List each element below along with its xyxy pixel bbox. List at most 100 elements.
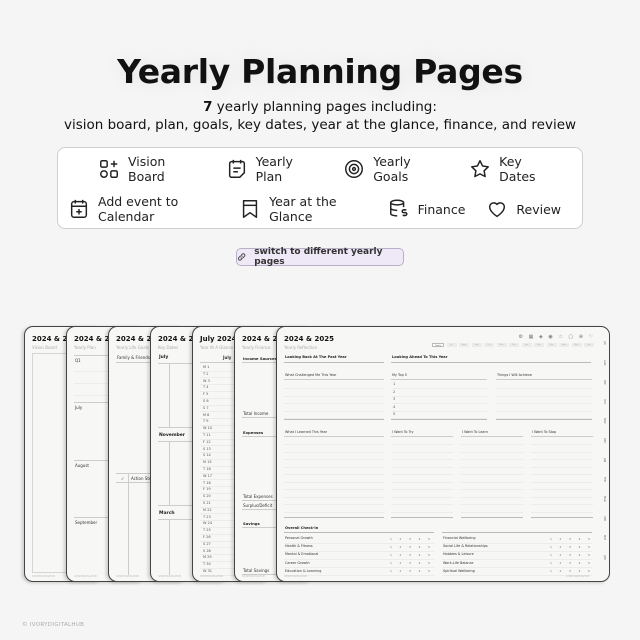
side-tab-sep[interactable]: SEP <box>600 378 606 386</box>
rating-option[interactable]: 1 <box>390 553 392 557</box>
tab-jul[interactable]: Jul <box>446 343 457 347</box>
feature-label: Vision Board <box>128 154 166 184</box>
rule <box>284 444 384 445</box>
tab-jun[interactable]: Jun <box>584 343 594 347</box>
switch-pages-pill[interactable]: switch to different yearly pages <box>236 247 404 267</box>
rating-option[interactable]: 2 <box>400 553 402 557</box>
rating-option[interactable]: 3 <box>569 545 571 549</box>
rule <box>284 496 384 498</box>
link-icon <box>237 253 246 261</box>
side-tab-jan[interactable]: JAN <box>600 456 606 464</box>
rating-option[interactable]: 4 <box>579 545 581 549</box>
rating-option[interactable]: 3 <box>409 545 411 549</box>
side-tab-jul[interactable]: JUL <box>600 339 606 347</box>
tab-yearly[interactable]: Yearly <box>432 343 444 347</box>
rating-option[interactable]: 4 <box>579 537 581 541</box>
rating-option[interactable]: 2 <box>400 545 402 549</box>
tab-sep[interactable]: Sep <box>471 343 482 347</box>
want-to-try-heading: I Want To Try <box>392 430 414 434</box>
rating-option[interactable]: 5 <box>588 569 590 573</box>
checkin-item-right: Work-Life Balance <box>443 560 474 565</box>
tab-mar[interactable]: Mar <box>546 343 557 347</box>
savings-label: Savings <box>243 521 260 526</box>
heart-icon <box>489 202 506 218</box>
rule <box>461 511 523 513</box>
day-weekday: T 25 <box>203 528 211 533</box>
tab-oct[interactable]: Oct <box>484 343 494 347</box>
rating-option[interactable]: 1 <box>550 537 552 541</box>
rating-option[interactable]: 5 <box>428 569 430 573</box>
rating-option[interactable]: 2 <box>560 545 562 549</box>
rating-option[interactable]: 1 <box>390 569 392 573</box>
rating-option[interactable]: 1 <box>550 545 552 549</box>
divider <box>461 517 523 518</box>
rating-option[interactable]: 3 <box>409 569 411 573</box>
tab-nov[interactable]: Nov <box>496 343 507 347</box>
tab-apr[interactable]: Apr <box>559 343 569 347</box>
side-tab-may[interactable]: MAY <box>600 534 606 542</box>
rating-option[interactable]: 3 <box>569 537 571 541</box>
rating-option[interactable]: 4 <box>419 553 421 557</box>
rating-option[interactable]: 5 <box>588 545 590 549</box>
rating-option[interactable]: 2 <box>560 561 562 565</box>
side-tab-mar[interactable]: MAR <box>600 495 606 503</box>
rating-option[interactable]: 3 <box>569 553 571 557</box>
rating-option[interactable]: 4 <box>419 545 421 549</box>
feature-label: Add event to Calendar <box>98 194 179 224</box>
rating-option[interactable]: 5 <box>428 545 430 549</box>
rating-option[interactable]: 4 <box>419 569 421 573</box>
page-yearly-reflection[interactable]: 2024 & 2025 Yearly Reflection ⚙ ▦ ◈ ◉ ☆ … <box>276 326 610 582</box>
tab-feb[interactable]: Feb <box>534 343 544 347</box>
side-tab-dec[interactable]: DEC <box>600 437 606 445</box>
rating-option[interactable]: 2 <box>560 569 562 573</box>
divider <box>531 517 593 518</box>
rating-option[interactable]: 4 <box>579 569 581 573</box>
rating-option[interactable]: 3 <box>409 537 411 541</box>
rating-option[interactable]: 2 <box>400 537 402 541</box>
rating-option[interactable]: 1 <box>550 553 552 557</box>
tab-dec[interactable]: Dec <box>509 343 519 347</box>
target-icon <box>345 160 364 178</box>
learned-heading: What I Learned This Year <box>285 430 328 434</box>
rating-option[interactable]: 1 <box>390 537 392 541</box>
divider <box>461 436 523 437</box>
day-weekday: M 15 <box>203 460 212 465</box>
rating-option[interactable]: 1 <box>390 545 392 549</box>
tab-jan[interactable]: Jan <box>521 343 532 347</box>
rating-option[interactable]: 3 <box>569 561 571 565</box>
rating-option[interactable]: 2 <box>400 569 402 573</box>
rating-option[interactable]: 5 <box>588 561 590 565</box>
rating-option[interactable]: 5 <box>588 537 590 541</box>
rating-option[interactable]: 5 <box>588 553 590 557</box>
rating-option[interactable]: 5 <box>428 561 430 565</box>
rating-option[interactable]: 4 <box>579 561 581 565</box>
rating-option[interactable]: 5 <box>428 553 430 557</box>
side-tab-jun[interactable]: JUN <box>600 554 606 562</box>
toolbar-icons[interactable]: ⚙ ▦ ◈ ◉ ☆ ▢ ⊕ ♡ <box>519 334 595 340</box>
side-tab-aug[interactable]: AUG <box>600 359 606 367</box>
rating-option[interactable]: 1 <box>390 561 392 565</box>
rating-option[interactable]: 4 <box>419 537 421 541</box>
rating-option[interactable]: 5 <box>428 537 430 541</box>
rating-option[interactable]: 3 <box>409 561 411 565</box>
tab-aug[interactable]: Aug <box>459 343 469 347</box>
rating-option[interactable]: 2 <box>560 553 562 557</box>
tab-may[interactable]: May <box>571 343 582 347</box>
rating-option[interactable]: 2 <box>560 537 562 541</box>
rating-option[interactable]: 3 <box>409 553 411 557</box>
rating-option[interactable]: 3 <box>569 569 571 573</box>
day-weekday: F 19 <box>203 487 211 492</box>
side-tab-apr[interactable]: APR <box>600 515 606 523</box>
rating-option[interactable]: 1 <box>550 561 552 565</box>
side-tab-oct[interactable]: OCT <box>600 398 606 406</box>
surplus-deficit-label: Surplus/Deficit <box>243 503 273 508</box>
rule <box>391 451 453 453</box>
side-tab-feb[interactable]: FEB <box>600 476 606 484</box>
divider <box>284 532 434 533</box>
rating-option[interactable]: 2 <box>400 561 402 565</box>
rating-option[interactable]: 1 <box>550 569 552 573</box>
rating-option[interactable]: 4 <box>419 561 421 565</box>
rating-option[interactable]: 4 <box>579 553 581 557</box>
page-footer: IVORYDIGITALHUB <box>200 575 223 578</box>
side-tab-nov[interactable]: NOV <box>600 417 606 425</box>
